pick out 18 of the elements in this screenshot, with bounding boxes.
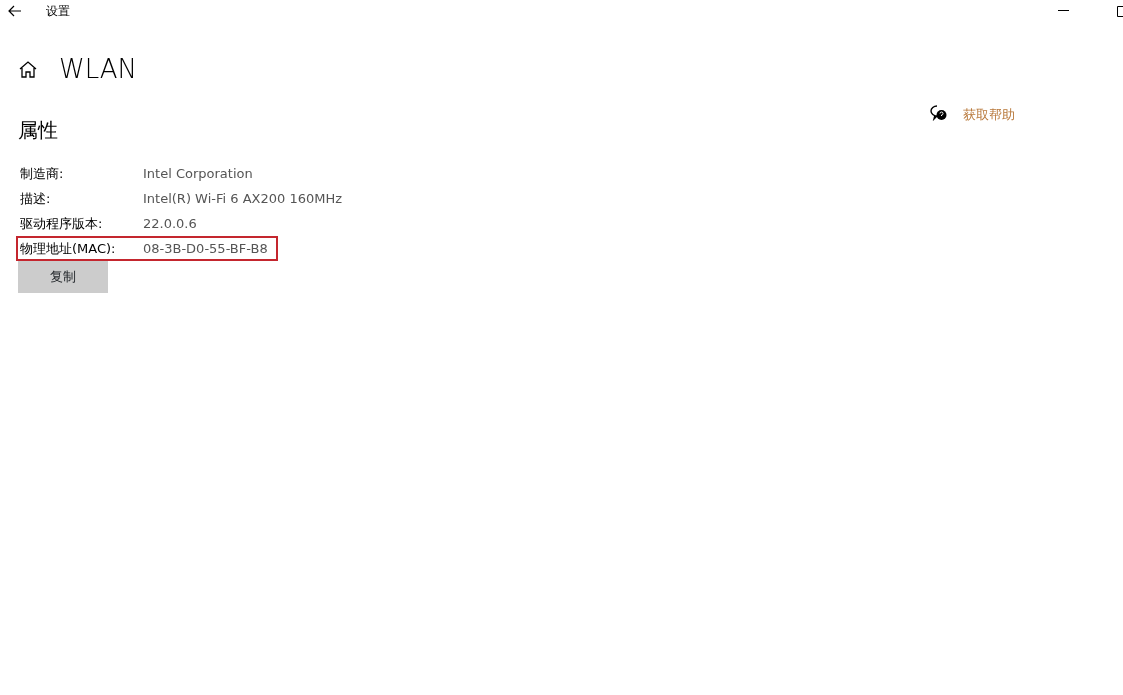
page-title: WLAN [59, 53, 138, 86]
property-label: 制造商: [20, 164, 65, 183]
property-value: 08-3B-D0-55-BF-B8 [143, 239, 268, 258]
window-title: 设置 [46, 3, 70, 20]
minimize-icon[interactable] [1058, 10, 1069, 12]
property-label: 物理地址(MAC): [20, 239, 117, 258]
maximize-icon[interactable] [1117, 5, 1123, 17]
help-chat-icon [930, 105, 947, 121]
back-icon[interactable] [8, 5, 22, 17]
property-label: 驱动程序版本: [20, 214, 104, 233]
section-title: 属性 [18, 117, 59, 144]
property-label: 描述: [20, 189, 52, 208]
copy-button[interactable]: 复制 [18, 261, 108, 293]
property-value: 22.0.0.6 [143, 214, 197, 233]
property-value: Intel Corporation [143, 164, 253, 183]
get-help-link[interactable]: 获取帮助 [963, 105, 1015, 125]
property-value: Intel(R) Wi-Fi 6 AX200 160MHz [143, 189, 342, 208]
home-icon[interactable] [19, 61, 37, 78]
